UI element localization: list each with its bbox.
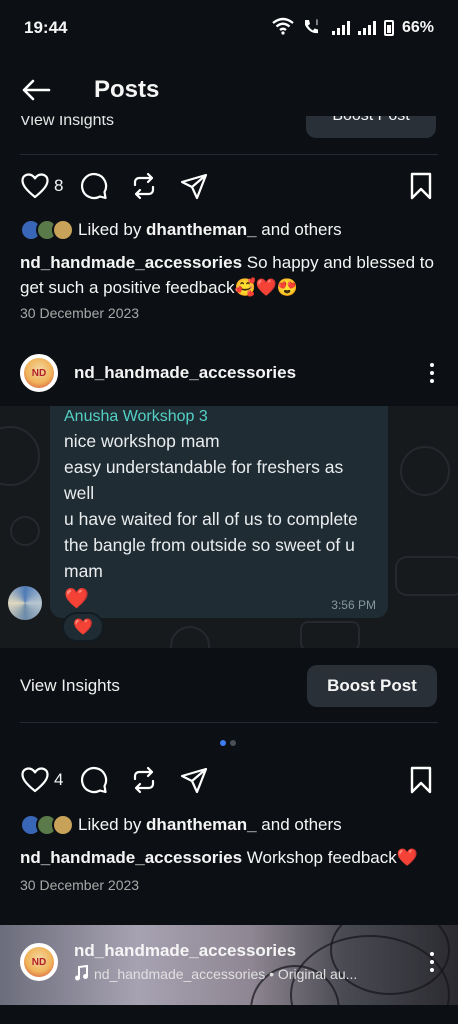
caption-username[interactable]: nd_handmade_accessories: [20, 848, 242, 867]
liked-avatars: [20, 219, 74, 241]
chat-reaction: ❤️: [62, 612, 104, 642]
comment-icon[interactable]: [79, 171, 109, 201]
caption-text: Workshop feedback❤️: [242, 848, 418, 867]
post1-date: 30 December 2023: [20, 305, 140, 321]
battery-percent: 66%: [401, 19, 434, 36]
post-username[interactable]: nd_handmade_accessories: [74, 941, 357, 961]
post-username[interactable]: nd_handmade_accessories: [74, 363, 296, 383]
post2-header: ND nd_handmade_accessories: [20, 352, 442, 394]
carousel-dots: [220, 740, 236, 746]
volte-call-icon: ⅼ: [302, 17, 324, 40]
chat-avatar: [8, 586, 42, 620]
music-note-icon: [74, 964, 88, 984]
view-insights-link[interactable]: View Insights: [20, 676, 120, 696]
more-icon[interactable]: [422, 358, 442, 388]
audio-text: nd_handmade_accessories • Original au...: [94, 966, 358, 982]
chat-timestamp: 3:56 PM: [331, 598, 376, 612]
brand-logo: ND: [24, 947, 54, 977]
share-icon[interactable]: [179, 765, 209, 795]
more-icon[interactable]: [422, 947, 442, 977]
chat-heart-emoji: ❤️: [64, 588, 89, 610]
heart-icon[interactable]: [20, 171, 50, 201]
signal-icon-sim2: [357, 21, 376, 35]
divider: [20, 154, 438, 155]
liked-by-text: Liked by dhantheman_ and others: [78, 815, 342, 834]
boost-post-button[interactable]: Boost Post: [307, 665, 437, 707]
post1-action-row: 8: [20, 169, 436, 203]
post1-liked-by[interactable]: Liked by dhantheman_ and others: [20, 217, 342, 243]
post-image[interactable]: Anusha Workshop 3 nice workshop mam easy…: [0, 406, 458, 648]
avatar[interactable]: ND: [20, 354, 58, 392]
liked-by-text: Liked by dhantheman_ and others: [78, 220, 342, 239]
chat-message-text: nice workshop mam easy understandable fo…: [64, 431, 358, 581]
post1-caption: nd_handmade_accessories So happy and ble…: [20, 250, 440, 300]
chat-sender: Anusha Workshop 3: [64, 408, 208, 425]
bookmark-icon[interactable]: [406, 765, 436, 795]
brand-logo: ND: [24, 358, 54, 388]
battery-icon: [383, 20, 394, 36]
divider: [20, 722, 438, 723]
carousel-dot: [230, 740, 236, 746]
reel-info: nd_handmade_accessories nd_handmade_acce…: [74, 941, 357, 984]
post2-date: 30 December 2023: [20, 877, 140, 893]
liked-avatars: [20, 814, 74, 836]
insights-row: View Insights Boost Post: [20, 664, 437, 708]
status-bar: 19:44 ⅼ 66%: [0, 0, 458, 56]
repost-icon[interactable]: [129, 765, 159, 795]
chat-message-bubble: Anusha Workshop 3 nice workshop mam easy…: [50, 406, 388, 618]
caption-username[interactable]: nd_handmade_accessories: [20, 253, 242, 272]
post3-header: ND nd_handmade_accessories nd_handmade_a…: [20, 932, 442, 992]
post2-liked-by[interactable]: Liked by dhantheman_ and others: [20, 812, 342, 838]
liked-by-user[interactable]: dhantheman_: [146, 220, 257, 239]
avatar: [52, 219, 74, 241]
comment-icon[interactable]: [79, 765, 109, 795]
like-count[interactable]: 4: [54, 770, 63, 790]
avatar: [52, 814, 74, 836]
signal-icon-sim1: [331, 21, 350, 35]
share-icon[interactable]: [179, 171, 209, 201]
heart-icon[interactable]: [20, 765, 50, 795]
svg-text:ⅼ: ⅼ: [316, 18, 318, 27]
like-count[interactable]: 8: [54, 176, 63, 196]
status-time: 19:44: [24, 18, 68, 37]
repost-icon[interactable]: [129, 171, 159, 201]
audio-line[interactable]: nd_handmade_accessories • Original au...: [74, 964, 358, 984]
back-arrow-icon[interactable]: [20, 74, 52, 106]
liked-by-user[interactable]: dhantheman_: [146, 815, 257, 834]
wifi-icon: [272, 17, 294, 40]
status-icons: ⅼ 66%: [272, 17, 434, 40]
carousel-dot-active: [220, 740, 226, 746]
avatar[interactable]: ND: [20, 943, 58, 981]
post2-caption: nd_handmade_accessories Workshop feedbac…: [20, 845, 440, 870]
page-title: Posts: [94, 76, 160, 103]
app-header: Posts: [0, 64, 458, 116]
bookmark-icon[interactable]: [406, 171, 436, 201]
post2-action-row: 4: [20, 763, 436, 797]
